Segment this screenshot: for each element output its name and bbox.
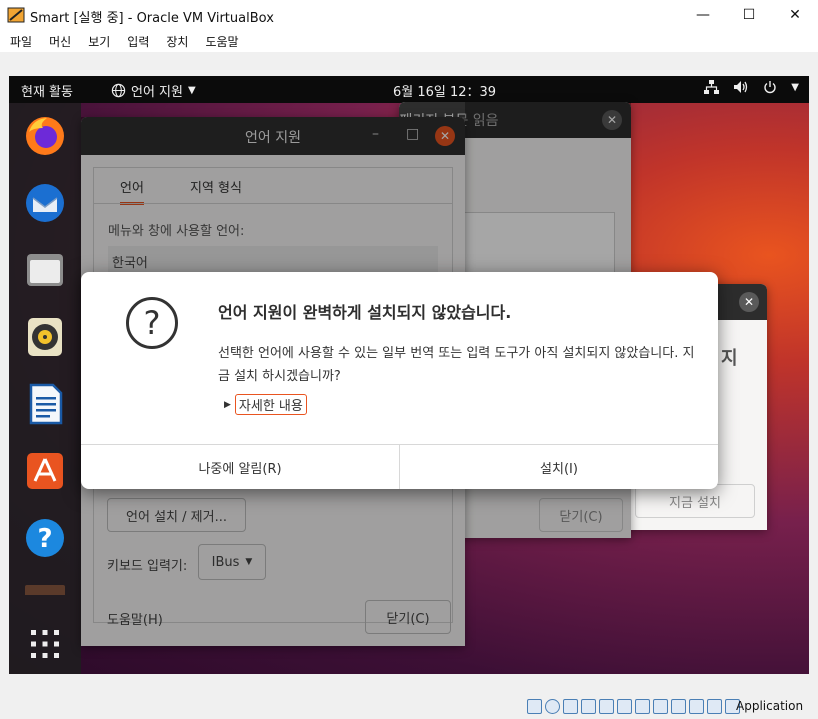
power-icon [764,81,776,94]
install-button[interactable]: 설치(I) [399,445,718,489]
audio-icon[interactable] [563,699,578,714]
gnome-topbar: 현재 활동 언어 지원 ▼ 6월 16일 12：39 ▼ [9,76,809,103]
dialog-message: 선택한 언어에 사용할 수 있는 일부 번역 또는 입력 도구가 아직 설치되지… [218,346,695,384]
files-icon[interactable] [22,247,68,293]
minimize-button[interactable]: — [680,0,726,30]
hard-disk-icon[interactable] [527,699,542,714]
bg-window-right-text: 지 [721,348,738,369]
activities-button[interactable]: 현재 활동 [21,81,73,100]
menu-file[interactable]: 파일 [10,33,32,50]
menu-machine[interactable]: 머신 [49,33,71,50]
host-key-label: Application [736,699,804,713]
host-window-title: Smart [실행 중] - Oracle VM VirtualBox [30,11,274,26]
virtualization-icon[interactable] [671,699,686,714]
menu-view[interactable]: 보기 [88,33,110,50]
video-capture-icon[interactable] [653,699,668,714]
details-label: 자세한 내용 [234,394,307,415]
host-menubar: 파일 머신 보기 입력 장치 도움말 [0,30,818,52]
help-icon[interactable]: ? [22,515,68,561]
close-icon[interactable]: ✕ [739,292,759,312]
status-icons [527,699,740,714]
show-apps-icon[interactable] [22,621,68,667]
system-tray[interactable]: ▼ [704,80,799,94]
maximize-button[interactable]: ☐ [726,0,772,30]
rhythmbox-icon[interactable] [22,314,68,360]
install-prompt-dialog[interactable]: ? 언어 지원이 완벽하게 설치되지 않았습니다. 선택한 언어에 사용할 수 … [81,272,718,489]
host-statusbar: Application [0,696,818,719]
app-menu[interactable]: 언어 지원 ▼ [111,81,196,100]
libreoffice-writer-icon[interactable] [22,381,68,427]
question-icon: ? [126,297,178,349]
firefox-icon[interactable] [22,113,68,159]
network-adapter-icon[interactable] [581,699,596,714]
dock: ? [9,103,81,674]
thunderbird-icon[interactable] [22,180,68,226]
dialog-button-row: 나중에 알림(R) 설치(I) [81,444,718,489]
vm-screen[interactable]: 현재 활동 언어 지원 ▼ 6월 16일 12：39 ▼ ? ✕ 지 지금 설치… [9,76,809,674]
display-icon[interactable] [635,699,650,714]
usb-icon[interactable] [599,699,614,714]
virtualbox-icon [7,7,25,23]
triangle-down-icon: ▼ [187,85,196,96]
mouse-integration-icon[interactable] [707,699,722,714]
remind-later-button[interactable]: 나중에 알림(R) [81,445,399,489]
dialog-title: 언어 지원이 완벽하게 설치되지 않았습니다. [218,303,512,322]
triangle-right-icon: ▶ [224,399,231,410]
details-expander[interactable]: ▶ 자세한 내용 [224,394,307,415]
menu-input[interactable]: 입력 [127,33,149,50]
menu-help[interactable]: 도움말 [205,33,238,50]
network-icon [704,80,720,94]
host-titlebar: Smart [실행 중] - Oracle VM VirtualBox — ☐ … [0,0,818,30]
volume-icon [734,81,748,93]
menu-devices[interactable]: 장치 [166,33,188,50]
clock[interactable]: 6월 16일 12：39 [393,81,496,100]
triangle-down-icon: ▼ [791,81,799,93]
shared-folders-icon[interactable] [617,699,632,714]
close-button[interactable]: ✕ [772,0,818,30]
install-now-button[interactable]: 지금 설치 [635,484,755,518]
cpu-icon[interactable] [689,699,704,714]
dock-item-partial[interactable] [22,583,68,597]
app-menu-label: 언어 지원 [131,85,183,100]
svg-text:?: ? [37,524,52,554]
software-center-icon[interactable] [22,448,68,494]
optical-drive-icon[interactable] [545,699,560,714]
globe-icon [111,83,126,98]
